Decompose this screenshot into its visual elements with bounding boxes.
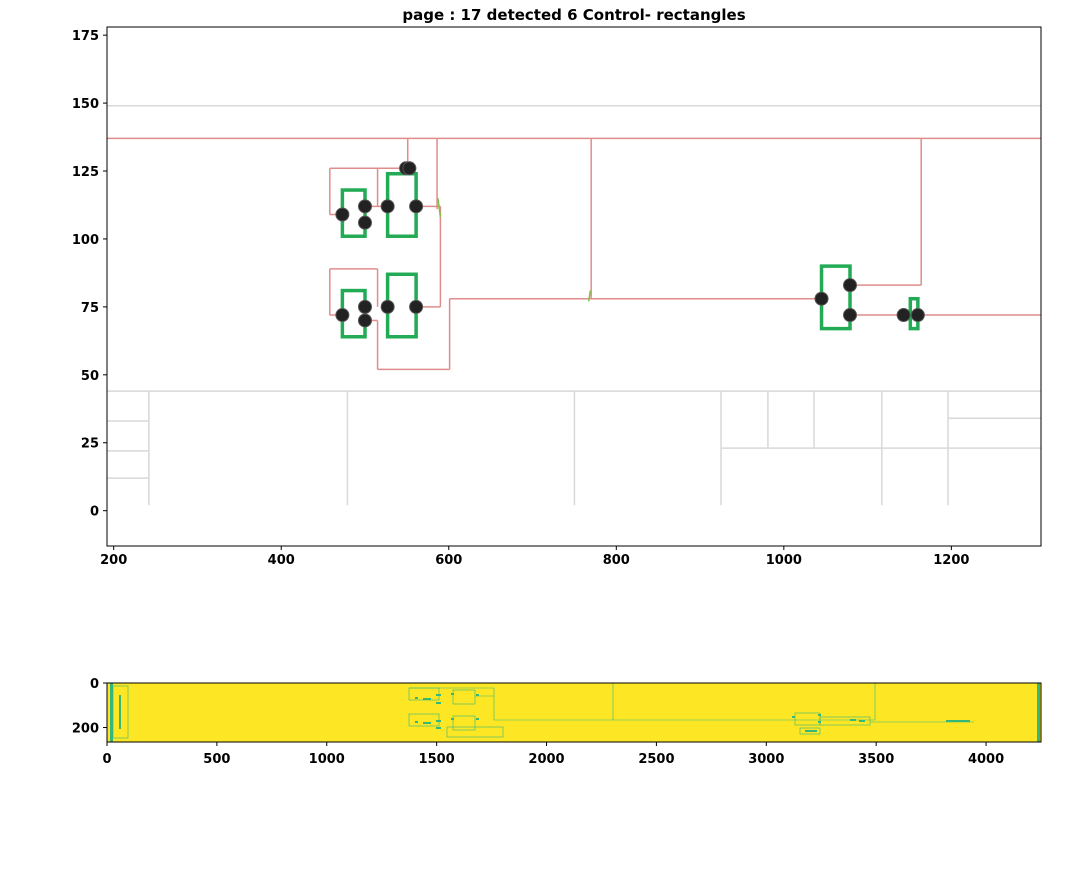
- x-tick-label: 1200: [933, 553, 969, 568]
- connection-point: [358, 215, 373, 230]
- page-image-strip: [106, 682, 1042, 743]
- connection-point: [358, 313, 373, 328]
- y-tick-label: 175: [72, 29, 99, 44]
- y-axis-ticks: 0 25 50 75 100 125 150 175: [72, 29, 107, 520]
- strip-x-tick-label: 500: [203, 752, 230, 767]
- connection-point: [409, 299, 424, 314]
- connection-point: [335, 308, 350, 323]
- x-axis-ticks: 200 400 600 800 1000 1200: [100, 546, 969, 568]
- strip-x-tick-label: 4000: [968, 752, 1004, 767]
- connection-point: [402, 161, 417, 176]
- connection-point: [843, 278, 858, 293]
- wire-lines: [107, 137, 1041, 371]
- strip-y-tick-label: 200: [72, 722, 99, 737]
- strip-edge-right: [1037, 683, 1040, 742]
- x-tick-label: 800: [603, 553, 630, 568]
- connection-point: [380, 199, 395, 214]
- strip-y-tick-label: 0: [90, 677, 99, 692]
- background-lines: [107, 105, 1041, 506]
- connection-point: [843, 308, 858, 323]
- connection-point: [380, 299, 395, 314]
- y-tick-label: 50: [81, 369, 99, 384]
- connection-points: [335, 161, 925, 328]
- x-tick-label: 1000: [766, 553, 802, 568]
- strip-x-tick-label: 3000: [748, 752, 784, 767]
- strip-x-tick-label: 2000: [528, 752, 564, 767]
- strip-x-tick-label: 1500: [419, 752, 455, 767]
- x-tick-label: 600: [435, 553, 462, 568]
- strip-x-tick-label: 0: [102, 752, 111, 767]
- chart-title: page : 17 detected 6 Control- rectangles: [402, 6, 745, 24]
- strip-y-axis-ticks: 0 200: [72, 677, 107, 737]
- strip-x-axis-ticks: 0 500 1000 1500 2000 2500 3000 3500 4000: [102, 742, 1004, 767]
- figure: page : 17 detected 6 Control- rectangles…: [72, 6, 1042, 767]
- connection-point: [358, 299, 373, 314]
- strip-x-tick-label: 1000: [309, 752, 345, 767]
- connection-point: [910, 308, 925, 323]
- connection-point: [814, 291, 829, 306]
- y-tick-label: 25: [81, 437, 99, 452]
- control-rectangles: [340, 171, 920, 339]
- y-tick-label: 125: [72, 165, 99, 180]
- diagonal-marks: [437, 198, 852, 321]
- strip-edge-left: [110, 683, 113, 742]
- diagonal-mark: [587, 290, 592, 302]
- connection-point: [896, 308, 911, 323]
- connection-point: [335, 207, 350, 222]
- x-tick-label: 200: [100, 553, 127, 568]
- y-tick-label: 150: [72, 97, 99, 112]
- y-tick-label: 0: [90, 505, 99, 520]
- strip-x-tick-label: 3500: [858, 752, 894, 767]
- connection-point: [358, 199, 373, 214]
- y-tick-label: 75: [81, 301, 99, 316]
- strip-background: [107, 683, 1041, 742]
- connection-point: [409, 199, 424, 214]
- y-tick-label: 100: [72, 233, 99, 248]
- x-tick-label: 400: [268, 553, 295, 568]
- strip-x-tick-label: 2500: [638, 752, 674, 767]
